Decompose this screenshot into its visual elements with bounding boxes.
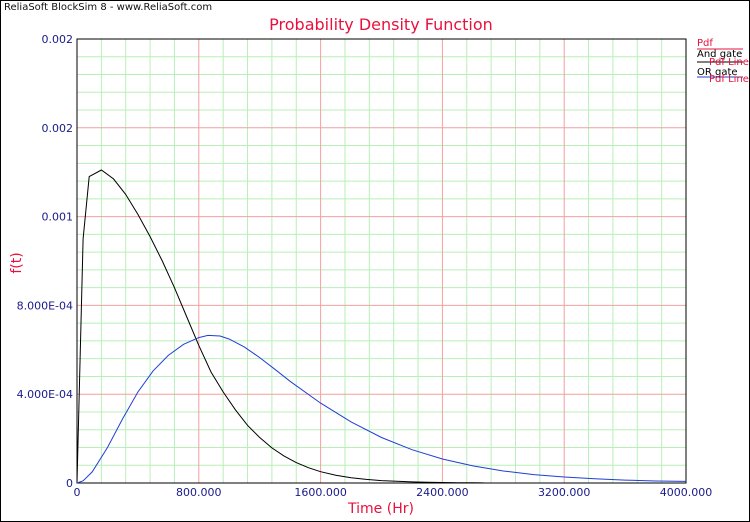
y-tick-label: 4.000E-04 bbox=[17, 388, 73, 401]
legend-heading: Pdf bbox=[697, 38, 713, 49]
x-tick-label: 3200.000 bbox=[538, 486, 591, 499]
x-tick-label: 2400.000 bbox=[416, 486, 469, 499]
chart-window: ReliaSoft BlockSim 8 - www.ReliaSoft.com… bbox=[0, 0, 750, 522]
x-tick-label: 800.000 bbox=[176, 486, 222, 499]
y-tick-labels: 0 4.000E-04 8.000E-04 0.001 0.002 0.002 bbox=[17, 33, 73, 490]
legend: Pdf And gate Pdf Line OR gate Pdf Line bbox=[697, 38, 749, 85]
y-tick-label: 0 bbox=[66, 477, 73, 490]
y-tick-label: 0.002 bbox=[42, 122, 74, 135]
legend-line-label: Pdf Line bbox=[709, 74, 749, 85]
series-line-or-gate bbox=[76, 334, 687, 484]
x-tick-label: 1600.000 bbox=[294, 486, 347, 499]
chart-title: Probability Density Function bbox=[269, 15, 493, 34]
x-tick-labels: 0 800.000 1600.000 2400.000 3200.000 4000.000 bbox=[74, 486, 713, 499]
minor-grid bbox=[77, 39, 686, 483]
y-tick-label: 0.002 bbox=[42, 33, 74, 46]
watermark-text: ReliaSoft BlockSim 8 - www.ReliaSoft.com bbox=[4, 2, 212, 13]
y-tick-label: 0.001 bbox=[42, 211, 74, 224]
y-tick-label: 8.000E-04 bbox=[17, 299, 73, 312]
major-grid bbox=[76, 38, 687, 484]
x-axis-title: Time (Hr) bbox=[347, 501, 414, 517]
plot-area-border bbox=[76, 38, 687, 484]
x-tick-label: 4000.000 bbox=[660, 486, 713, 499]
x-tick-label: 0 bbox=[74, 486, 81, 499]
y-axis-title: f(t) bbox=[9, 252, 25, 273]
chart-canvas: ReliaSoft BlockSim 8 - www.ReliaSoft.com… bbox=[4, 2, 749, 517]
